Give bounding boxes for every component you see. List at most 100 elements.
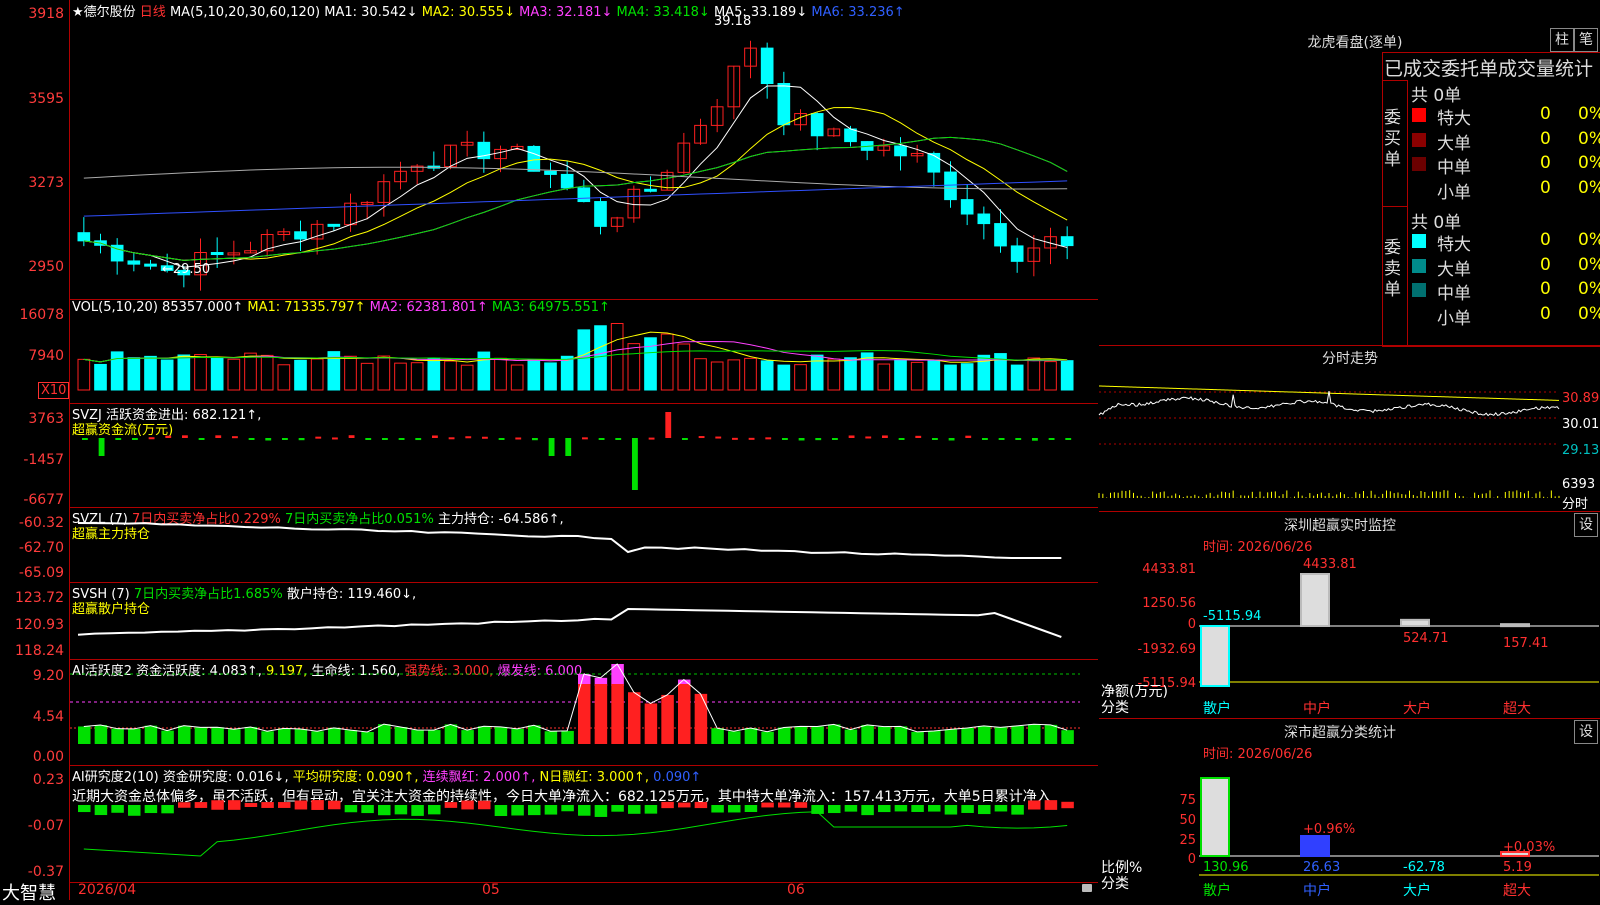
activity-bar	[1028, 724, 1041, 744]
ai2-nday: N日飘红: 3.000↑,	[539, 770, 650, 785]
activity-bar	[761, 731, 774, 744]
capital-flow-bar	[548, 438, 555, 456]
research-bar	[294, 800, 308, 810]
activity-bar	[561, 730, 574, 744]
sz-category: 大户	[1403, 701, 1431, 717]
capital-flow-bar	[432, 435, 438, 438]
kline-chart[interactable]	[70, 15, 1098, 300]
fl-bar-chart[interactable]	[1199, 770, 1599, 890]
order-cell-pct: 0%	[1578, 153, 1600, 173]
fs-ylabel: 30.01	[1562, 417, 1600, 432]
candle-body	[1060, 236, 1074, 247]
order-cell-n: 0	[1540, 303, 1551, 324]
research-bar	[244, 802, 258, 808]
research-bar	[761, 802, 774, 808]
capital-flow-bar	[1048, 438, 1055, 440]
intraday-chart[interactable]	[1098, 370, 1560, 510]
fs-ylabel: 30.89	[1562, 391, 1600, 406]
capital-flow-bar	[248, 438, 255, 440]
order-color-swatch	[1412, 258, 1426, 273]
pen-mode-button[interactable]: 笔	[1574, 28, 1598, 52]
svzj-ylabel: -6677	[23, 492, 64, 508]
ai-activity-chart[interactable]	[70, 660, 1098, 765]
bar-mode-button[interactable]: 柱	[1550, 28, 1574, 52]
sz-bar	[1200, 625, 1230, 688]
order-cell-n: 0	[1540, 254, 1551, 275]
svzl-ylabel: -65.09	[18, 565, 64, 581]
fs-unit: 分时	[1562, 497, 1589, 512]
fs-title: 分时走势	[1322, 351, 1378, 367]
research-line	[83, 811, 1068, 857]
svzl-chart[interactable]	[70, 508, 1098, 582]
fl-value: 130.96	[1203, 860, 1249, 875]
sz-bar-chart[interactable]	[1199, 560, 1599, 710]
capital-flow-bar	[915, 435, 922, 438]
ai2-label: AI研究度2(10)	[72, 770, 159, 785]
research-bar	[644, 805, 658, 814]
order-color-swatch	[1412, 181, 1426, 196]
research-bar	[661, 801, 674, 809]
fl-category: 散户	[1203, 883, 1231, 899]
activity-bar	[261, 731, 274, 744]
research-bar	[311, 800, 324, 810]
svsh-chart[interactable]	[70, 583, 1098, 659]
volume-bar	[960, 363, 974, 391]
candle-body	[960, 199, 974, 215]
research-bar	[411, 805, 424, 816]
svsh-ylabel: 118.24	[15, 643, 64, 659]
capital-flow-bar	[232, 436, 238, 439]
activity-bar	[794, 726, 808, 744]
volume-chart[interactable]	[70, 300, 1098, 404]
research-bar	[1028, 800, 1041, 810]
activity-bar	[344, 730, 358, 744]
activity-bar	[444, 724, 458, 744]
research-bar	[228, 800, 241, 810]
order-cell-name: 小单	[1437, 308, 1471, 329]
order-cell-n: 0	[1540, 128, 1551, 149]
volume-bar	[227, 358, 241, 391]
svsh-ylabel: 120.93	[15, 617, 64, 633]
sz-settings-button[interactable]: 设	[1574, 513, 1598, 537]
research-bar	[944, 805, 958, 815]
research-bar	[494, 805, 508, 817]
research-bar	[678, 802, 691, 808]
research-bar	[161, 805, 174, 814]
research-bar	[861, 805, 874, 816]
activity-bar	[944, 729, 958, 744]
svzj-chart[interactable]	[70, 404, 1098, 507]
activity-bar	[611, 684, 624, 744]
order-cell-name: 中单	[1437, 158, 1471, 178]
lock-icon[interactable]	[1082, 884, 1092, 892]
kline-ylabel: 3918	[28, 6, 64, 22]
volume-bar	[910, 361, 924, 391]
capital-flow-bar	[265, 438, 272, 441]
capital-flow-bar	[665, 412, 672, 438]
order-cell-n: 0	[1540, 279, 1551, 299]
capital-flow-bar	[632, 438, 638, 490]
volume-bar	[694, 358, 707, 391]
candle-body	[594, 201, 607, 227]
volume-bar	[244, 352, 257, 391]
capital-flow-bar	[532, 438, 538, 441]
activity-bar	[1044, 724, 1058, 744]
volume-bar	[1027, 357, 1041, 391]
capital-flow-bar	[798, 438, 805, 441]
capital-flow-bar	[448, 437, 455, 440]
activity-bar	[544, 731, 558, 744]
fl-time: 时间: 2026/06/26	[1203, 747, 1313, 762]
svzl-ylabel: -62.70	[18, 540, 64, 556]
fl-settings-button[interactable]: 设	[1574, 720, 1598, 744]
order-cell-name: 大单	[1437, 259, 1471, 280]
research-bar	[428, 805, 441, 815]
capital-flow-bar	[365, 438, 372, 440]
capital-flow-bar	[348, 435, 355, 438]
capital-flow-bar	[1065, 438, 1072, 440]
volume-bar	[277, 364, 291, 391]
fl-title: 深市超赢分类统计	[1284, 725, 1396, 741]
ma-line	[83, 106, 1068, 261]
ai-research-chart[interactable]	[70, 800, 1098, 883]
research-bar	[144, 805, 158, 814]
volume-bar	[344, 355, 357, 391]
activity-bar	[461, 730, 474, 744]
activity-bar	[361, 731, 374, 744]
